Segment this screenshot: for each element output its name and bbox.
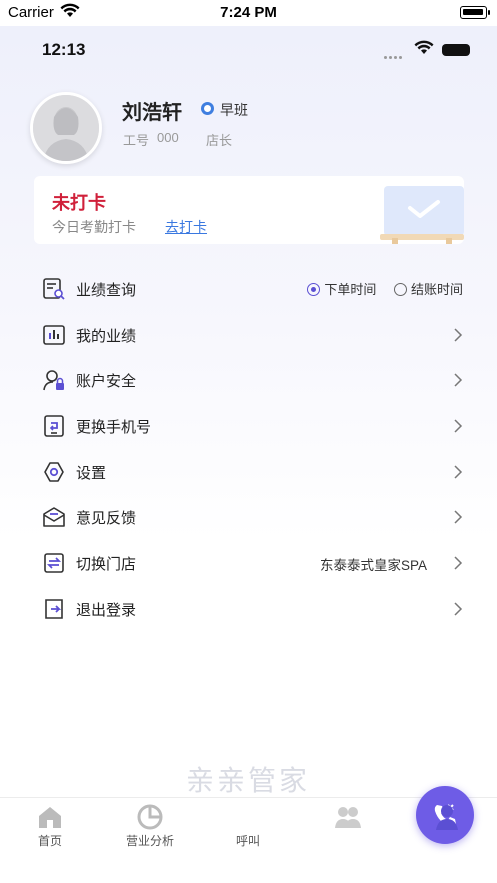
radio-checkout-time[interactable]: 结账时间 <box>393 279 463 298</box>
person-icon <box>436 805 458 830</box>
time-type-radio-group: 下单时间 结账时间 <box>293 279 463 298</box>
menu-item-label: 更换手机号 <box>76 419 152 437</box>
menu-item-settings[interactable]: 设置 <box>0 449 497 495</box>
logout-icon <box>45 599 63 619</box>
clipboard-check-icon <box>380 186 464 244</box>
feedback-mail-icon <box>43 507 65 528</box>
simulator-status-bar: Carrier 7:24 PM <box>0 0 497 26</box>
avatar[interactable] <box>30 92 102 164</box>
chevron-right-icon <box>454 602 463 616</box>
radio-unselected-icon <box>393 283 407 297</box>
home-icon <box>39 807 61 828</box>
chevron-right-icon <box>454 510 463 524</box>
menu-item-account-security[interactable]: 账户安全 <box>0 357 497 403</box>
chevron-right-icon <box>454 556 463 570</box>
tab-label: 首页 <box>37 834 62 848</box>
switch-store-icon <box>44 553 64 573</box>
chevron-right-icon <box>454 328 463 342</box>
device-status-bar: 12:13 <box>0 26 497 72</box>
menu-item-performance-query[interactable]: 业绩查询 下单时间 结账时间 <box>0 266 497 312</box>
job-number-value: 000 <box>157 130 179 145</box>
shift-label: 早班 <box>220 102 248 118</box>
pie-chart-icon <box>137 804 163 830</box>
attendance-subtitle: 今日考勤打卡 <box>52 219 136 235</box>
current-store-name: 东泰泰式皇家SPA <box>319 558 427 574</box>
attendance-status: 未打卡 <box>52 193 106 213</box>
bar-chart-icon <box>43 324 65 345</box>
user-lock-icon <box>43 370 64 391</box>
tab-label: 营业分析 <box>125 834 174 848</box>
menu-item-switch-store[interactable]: 切换门店 东泰泰式皇家SPA <box>0 540 497 586</box>
menu-item-label: 切换门店 <box>76 556 137 574</box>
shift-icon <box>201 102 214 115</box>
wifi-icon <box>414 40 434 54</box>
bottom-tab-bar: 首页 营业分析 呼叫 <box>0 786 497 883</box>
menu-item-label: 我的业绩 <box>76 327 137 345</box>
menu-item-change-phone[interactable]: 更换手机号 <box>0 403 497 449</box>
radio-order-time[interactable]: 下单时间 <box>307 279 376 298</box>
simulator-time: 7:24 PM <box>220 4 277 21</box>
settings-menu: 业绩查询 下单时间 结账时间 我的业绩 账户安全 更换手机号 设置 意见反馈 切… <box>0 266 497 632</box>
signal-dots-icon <box>384 46 404 64</box>
radio-selected-icon <box>307 283 321 297</box>
menu-item-label: 设置 <box>76 464 107 482</box>
chevron-right-icon <box>454 419 463 433</box>
attendance-card: 未打卡 今日考勤打卡 去打卡 <box>34 176 464 244</box>
job-number-label: 工号 <box>123 133 150 148</box>
menu-item-logout[interactable]: 退出登录 <box>0 586 497 632</box>
device-time: 12:13 <box>42 40 86 59</box>
menu-item-label: 意见反馈 <box>76 510 137 528</box>
brand-watermark: 亲亲管家 <box>186 765 311 796</box>
report-search-icon <box>43 278 65 300</box>
menu-item-my-performance[interactable]: 我的业绩 <box>0 312 497 358</box>
gear-icon <box>44 461 64 482</box>
user-name: 刘浩轩 <box>122 102 182 124</box>
chevron-right-icon <box>454 373 463 387</box>
battery-icon <box>442 44 470 56</box>
battery-icon <box>460 6 490 19</box>
menu-item-label: 退出登录 <box>76 601 137 619</box>
tab-label: 呼叫 <box>235 834 260 848</box>
people-icon <box>335 807 361 828</box>
clock-in-link[interactable]: 去打卡 <box>165 217 207 237</box>
profile-header: 刘浩轩 早班 工号 000 店长 <box>0 86 497 186</box>
role-label: 店长 <box>206 133 233 148</box>
chevron-right-icon <box>454 465 463 479</box>
avatar-placeholder-icon <box>33 95 99 161</box>
menu-item-feedback[interactable]: 意见反馈 <box>0 494 497 540</box>
menu-item-label: 账户安全 <box>76 373 137 391</box>
menu-item-label: 业绩查询 <box>76 282 137 299</box>
phone-swap-icon <box>44 415 64 437</box>
app-screen: 12:13 刘浩轩 早班 工号 000 店长 未打卡 今日考勤打卡 去打卡 业绩… <box>0 26 497 883</box>
